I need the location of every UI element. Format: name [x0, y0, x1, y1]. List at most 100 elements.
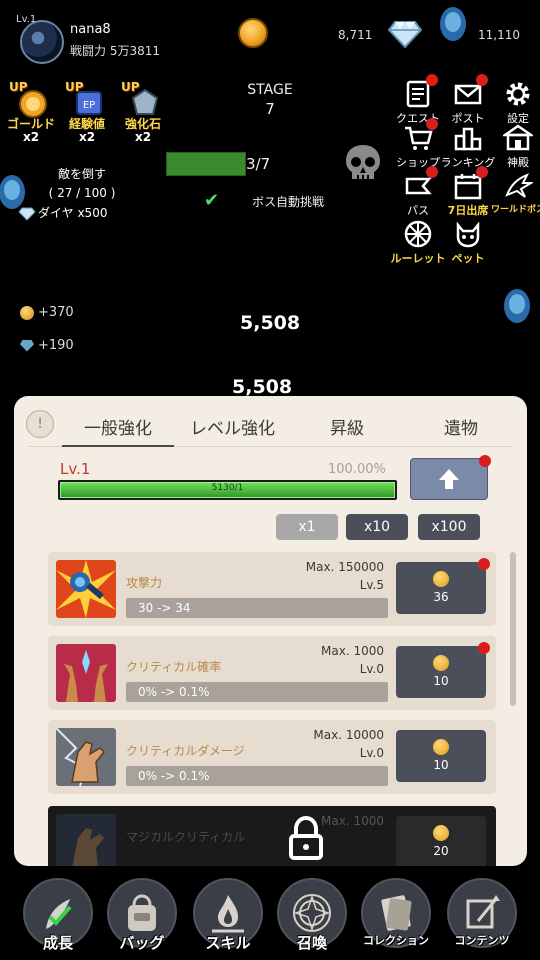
menu-ranking[interactable]: ランキング — [441, 122, 495, 170]
nav-bag[interactable]: バッグ — [106, 878, 178, 953]
upgrade-row-magical-crit: マジカルクリティカル Max. 1000 20 — [48, 806, 496, 866]
upgrade-row-crit-damage: クリティカルダメージ Max. 10000 Lv.0 0% -> 0.1% 10 — [48, 720, 496, 794]
lock-icon — [289, 816, 323, 860]
auto-boss-check-icon[interactable]: ✔ — [204, 190, 219, 211]
menu-world-boss[interactable]: ワールドボス — [491, 170, 540, 215]
coin-icon — [433, 571, 449, 587]
notification-dot — [479, 455, 491, 467]
multiplier-x100-button[interactable]: x100 — [418, 514, 480, 540]
player-avatar[interactable] — [20, 20, 64, 64]
coin-icon — [433, 825, 449, 841]
quest-icon — [400, 74, 438, 110]
quest-defeat-count: ( 27 / 100 ) — [48, 186, 116, 200]
gold-coin-icon[interactable] — [238, 18, 268, 48]
upgrade-cost: 36 — [433, 590, 449, 604]
damage-number: 5,508 — [232, 376, 293, 398]
gold-boost[interactable]: UP ゴールド x2 — [6, 80, 56, 144]
nav-skill[interactable]: スキル — [192, 878, 264, 953]
tab-general-upgrade[interactable]: 一般強化 — [84, 414, 152, 439]
calendar-icon — [450, 166, 488, 202]
boss-skull-icon[interactable] — [343, 142, 383, 184]
notification-dot — [478, 642, 490, 654]
notification-dot — [426, 166, 438, 178]
stage-progress-text: 3/7 — [246, 155, 271, 173]
temple-icon — [500, 122, 536, 154]
menu-attendance[interactable]: 7日出席 — [446, 166, 490, 218]
tab-promotion[interactable]: 昇級 — [330, 414, 364, 439]
nav-growth[interactable]: 成長 — [22, 878, 94, 953]
upgrade-cost: 10 — [433, 758, 449, 772]
tab-level-upgrade[interactable]: レベル強化 — [190, 414, 275, 439]
upgrade-buy-button[interactable]: 10 — [396, 730, 486, 782]
menu-pass[interactable]: パス — [396, 166, 440, 218]
upgrade-max: Max. 150000 — [305, 560, 384, 574]
gold-amount: 8,711 — [338, 28, 373, 42]
gold-coin-small-icon — [20, 305, 34, 320]
multiplier-x1-button[interactable]: x1 — [276, 514, 338, 540]
exp-value: 5130/1 — [211, 483, 244, 493]
boost-mult: x2 — [78, 130, 96, 144]
multiplier-x10-button[interactable]: x10 — [346, 514, 408, 540]
menu-label: ペット — [451, 252, 485, 265]
upgrade-buy-button[interactable]: 10 — [396, 642, 490, 698]
monster-sprite — [504, 289, 530, 323]
monster-sprite — [0, 175, 25, 209]
nav-contents[interactable]: コンテンツ — [446, 878, 518, 948]
list-scrollbar[interactable] — [510, 552, 516, 706]
exp-boost[interactable]: EP UP 経験値 x2 — [62, 80, 112, 144]
upgrade-row-attack: 攻撃力 Max. 150000 Lv.5 30 -> 34 36 — [48, 552, 496, 626]
dragon-icon — [500, 170, 536, 202]
upgrade-percent: 100.00% — [328, 462, 386, 477]
player-name: nana8 — [70, 22, 111, 37]
nav-collection[interactable]: コレクション — [360, 878, 432, 948]
exp-bar: 5130/1 — [58, 480, 397, 500]
upgrade-buy-button: 20 — [396, 816, 486, 866]
crit-rate-icon — [56, 644, 116, 702]
menu-mail[interactable]: ポスト — [446, 74, 490, 126]
auto-boss-label[interactable]: ボス自動挑戦 — [252, 193, 324, 210]
gold-boost-icon: UP — [9, 80, 49, 118]
level-up-button[interactable] — [410, 455, 491, 500]
pass-icon — [400, 166, 438, 202]
gold-gain: +370 — [20, 305, 74, 320]
mail-icon — [450, 74, 488, 110]
tab-relic[interactable]: 遺物 — [444, 414, 478, 439]
upgrade-max: Max. 1000 — [321, 814, 384, 828]
magical-crit-icon — [56, 814, 116, 866]
svg-text:EP: EP — [83, 100, 95, 111]
upgrade-buy-button[interactable]: 36 — [396, 558, 490, 614]
nav-label: 成長 — [42, 934, 73, 952]
arrow-up-icon — [439, 469, 459, 489]
menu-shop[interactable]: ショップ — [396, 118, 440, 170]
menu-roulette[interactable]: ルーレット — [391, 218, 446, 266]
notification-dot — [476, 74, 488, 86]
coin-icon — [433, 655, 449, 671]
diamond-amount: 11,110 — [478, 28, 520, 42]
menu-settings[interactable]: 設定 — [496, 78, 540, 126]
upgrade-name: マジカルクリティカル — [126, 830, 246, 844]
cart-icon — [400, 118, 438, 154]
upgrade-progress: 0% -> 0.1% — [126, 682, 388, 702]
upgrade-progress: 30 -> 34 — [126, 598, 388, 618]
upgrade-progress: 0% -> 0.1% — [126, 766, 388, 786]
roulette-icon — [400, 218, 436, 250]
upgrade-max: Max. 1000 — [321, 644, 384, 658]
boost-mult: x2 — [134, 130, 152, 144]
upgrade-lv: Lv.5 — [359, 578, 384, 592]
upgrade-level: Lv.1 — [60, 460, 91, 478]
notification-dot — [478, 558, 490, 570]
quest-defeat-label: 敵を倒す — [57, 167, 106, 181]
nav-label: コレクション — [363, 934, 429, 947]
upgrade-row-crit-rate: クリティカル確率 Max. 1000 Lv.0 0% -> 0.1% 10 — [48, 636, 496, 710]
menu-label: 神殿 — [507, 156, 529, 169]
enhance-stone-boost[interactable]: UP 強化石 x2 — [118, 80, 168, 144]
menu-temple[interactable]: 神殿 — [496, 122, 540, 170]
menu-pet[interactable]: ペット — [446, 218, 490, 266]
stage-number: 7 — [265, 100, 275, 118]
boost-mult: x2 — [22, 130, 40, 144]
info-icon[interactable]: ! — [26, 410, 54, 438]
stone-boost-icon: UP — [121, 80, 161, 118]
diamond-icon[interactable] — [388, 20, 422, 48]
nav-summon[interactable]: 召喚 — [276, 878, 348, 953]
monster-sprite — [440, 7, 466, 41]
